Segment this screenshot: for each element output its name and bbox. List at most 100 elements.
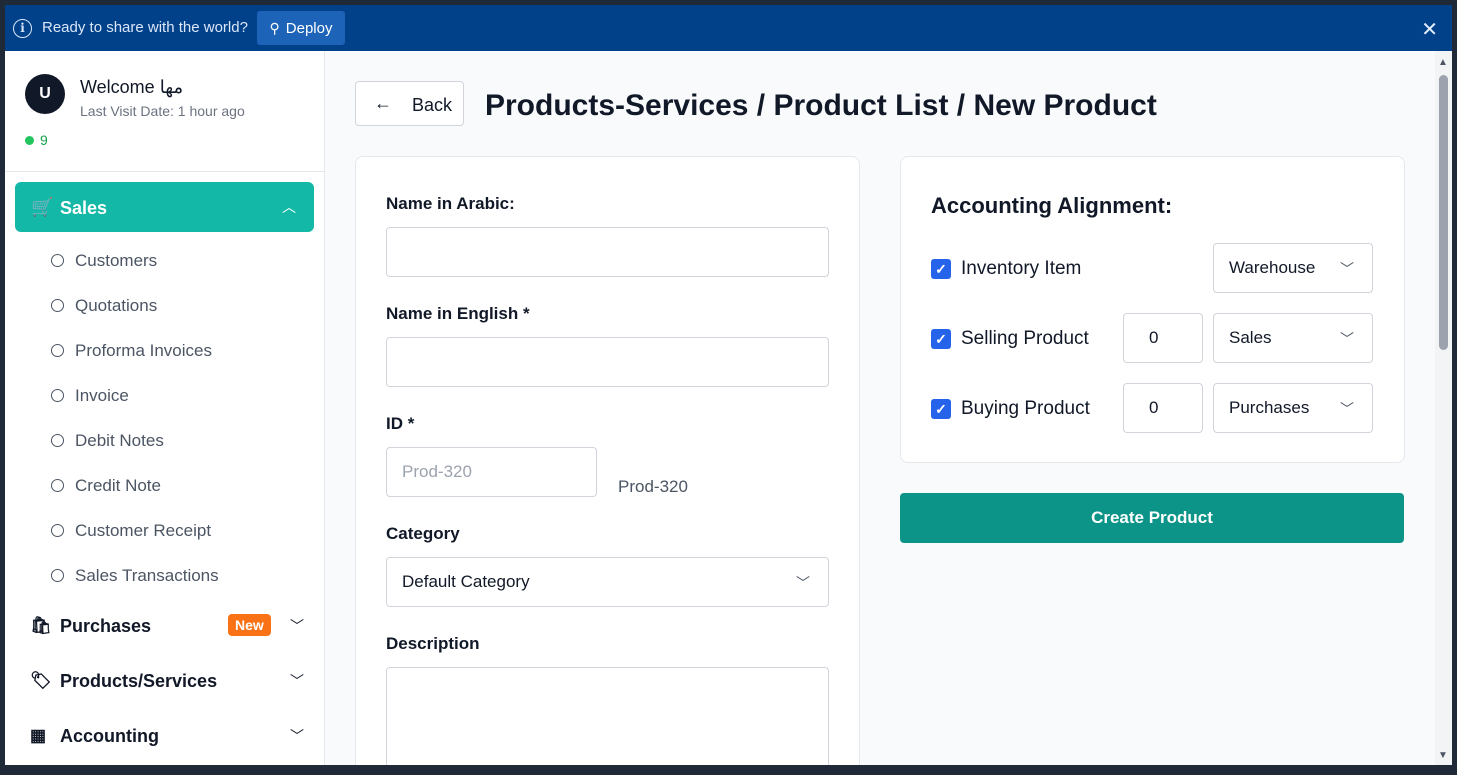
back-button[interactable]: ← Back xyxy=(355,81,464,126)
circle-icon xyxy=(51,299,64,312)
sidebar-subitem-invoice[interactable]: Invoice xyxy=(51,373,219,418)
chevron-down-icon: ﹀ xyxy=(1340,261,1354,277)
sales-submenu: Customers Quotations Proforma Invoices I… xyxy=(51,238,219,598)
page-title: Products-Services / Product List / New P… xyxy=(485,89,1157,122)
avatar[interactable]: U xyxy=(25,74,65,114)
sidebar-item-label: Sales xyxy=(60,198,108,218)
purchases-account-select[interactable]: Purchases ﹀ xyxy=(1213,383,1373,433)
vertical-scrollbar[interactable]: ▲ ▼ xyxy=(1435,51,1452,765)
sidebar-subitem-credit-note[interactable]: Credit Note xyxy=(51,463,219,508)
sidebar-subitem-sales-transactions[interactable]: Sales Transactions xyxy=(51,553,219,598)
chevron-down-icon: ﹀ xyxy=(1340,401,1354,417)
id-value-text: Prod-320 xyxy=(618,477,688,496)
product-form-card: Name in Arabic: Name in English * ID * P… xyxy=(355,156,860,765)
inventory-item-checkbox[interactable]: ✓ xyxy=(931,259,951,279)
buying-product-row: ✓ Buying Product 0 Purchases ﹀ xyxy=(931,383,1376,433)
name-english-input[interactable] xyxy=(386,337,829,387)
chevron-down-icon: ﹀ xyxy=(1340,331,1354,347)
subitem-label: Sales Transactions xyxy=(75,565,219,585)
online-status: 9 xyxy=(25,132,48,148)
main-content: ← Back Products-Services / Product List … xyxy=(325,51,1435,765)
info-icon: i xyxy=(13,19,32,38)
chevron-down-icon: ﹀ xyxy=(290,728,304,744)
accounting-card: Accounting Alignment: ✓ Inventory Item W… xyxy=(900,156,1405,463)
chevron-down-icon: ﹀ xyxy=(290,618,304,634)
sidebar-item-purchases[interactable]: 🛍 Purchases New ﹀ xyxy=(30,611,310,641)
online-count: 9 xyxy=(40,132,48,148)
circle-icon xyxy=(51,434,64,447)
circle-icon xyxy=(51,389,64,402)
sales-account-select[interactable]: Sales ﹀ xyxy=(1213,313,1373,363)
circle-icon xyxy=(51,344,64,357)
subitem-label: Credit Note xyxy=(75,475,161,495)
chevron-down-icon: ﹀ xyxy=(290,673,304,689)
close-icon[interactable]: ✕ xyxy=(1421,17,1438,42)
sidebar-item-accounting[interactable]: ▦ Accounting ﹀ xyxy=(30,721,310,751)
back-label: Back xyxy=(412,95,453,115)
subitem-label: Quotations xyxy=(75,295,158,315)
description-textarea[interactable] xyxy=(386,667,829,765)
sidebar-subitem-customer-receipt[interactable]: Customer Receipt xyxy=(51,508,219,553)
deploy-icon: ⚲ xyxy=(269,19,280,36)
accounting-title: Accounting Alignment: xyxy=(931,193,1173,218)
warehouse-select[interactable]: Warehouse ﹀ xyxy=(1213,243,1373,293)
banner-message: Ready to share with the world? xyxy=(42,19,248,36)
id-label: ID * xyxy=(386,414,415,433)
sidebar-item-label: Products/Services xyxy=(60,670,218,691)
sidebar-subitem-debit-notes[interactable]: Debit Notes xyxy=(51,418,219,463)
new-badge: New xyxy=(228,614,271,636)
inventory-item-row: ✓ Inventory Item Warehouse ﹀ xyxy=(931,243,1376,293)
sales-account-value: Sales xyxy=(1229,328,1272,347)
subitem-label: Customers xyxy=(75,250,158,270)
scroll-up-icon[interactable]: ▲ xyxy=(1438,57,1448,68)
category-value: Default Category xyxy=(402,572,530,591)
category-label: Category xyxy=(386,524,460,543)
circle-icon xyxy=(51,254,64,267)
subitem-label: Invoice xyxy=(75,385,129,405)
subitem-label: Debit Notes xyxy=(75,430,164,450)
sidebar-divider xyxy=(5,171,325,172)
create-product-button[interactable]: Create Product xyxy=(900,493,1404,543)
sidebar-item-products-services[interactable]: 🏷 Products/Services ﹀ xyxy=(30,666,310,696)
deploy-label: Deploy xyxy=(285,19,333,37)
selling-product-checkbox[interactable]: ✓ xyxy=(931,329,951,349)
sidebar-subitem-customers[interactable]: Customers xyxy=(51,238,219,283)
sidebar-item-label: Accounting xyxy=(60,725,159,746)
app-window: i Ready to share with the world? ⚲ Deplo… xyxy=(5,5,1452,765)
sidebar: U Welcome مها Last Visit Date: 1 hour ag… xyxy=(5,51,325,765)
circle-icon xyxy=(51,524,64,537)
sidebar-item-label: Purchases xyxy=(60,615,152,636)
name-arabic-label: Name in Arabic: xyxy=(386,194,515,213)
sidebar-subitem-quotations[interactable]: Quotations xyxy=(51,283,219,328)
name-arabic-input[interactable] xyxy=(386,227,829,277)
selling-product-label: Selling Product xyxy=(961,328,1089,349)
inventory-item-label: Inventory Item xyxy=(961,258,1082,279)
deploy-banner: i Ready to share with the world? ⚲ Deplo… xyxy=(5,5,1452,51)
arrow-left-icon: ← xyxy=(374,93,392,113)
scroll-down-icon[interactable]: ▼ xyxy=(1438,750,1448,761)
purchases-account-value: Purchases xyxy=(1229,398,1310,417)
circle-icon xyxy=(51,569,64,582)
tag-icon: 🏷 xyxy=(30,671,52,690)
selling-product-row: ✓ Selling Product 0 Sales ﹀ xyxy=(931,313,1376,363)
deploy-button[interactable]: ⚲ Deploy xyxy=(257,11,345,45)
name-english-label: Name in English * xyxy=(386,304,530,323)
buying-product-label: Buying Product xyxy=(961,398,1090,419)
last-visit-text: Last Visit Date: 1 hour ago xyxy=(80,103,245,119)
circle-icon xyxy=(51,479,64,492)
calculator-icon: ▦ xyxy=(30,726,47,745)
buying-product-checkbox[interactable]: ✓ xyxy=(931,399,951,419)
shopping-bag-icon: 🛍 xyxy=(30,616,52,635)
subitem-label: Proforma Invoices xyxy=(75,340,212,360)
description-label: Description xyxy=(386,634,480,653)
selling-number-input[interactable]: 0 xyxy=(1123,313,1203,363)
cart-icon: 🛒 xyxy=(31,197,54,217)
warehouse-value: Warehouse xyxy=(1229,258,1316,277)
category-select[interactable]: Default Category ﹀ xyxy=(386,557,829,607)
sidebar-subitem-proforma-invoices[interactable]: Proforma Invoices xyxy=(51,328,219,373)
chevron-up-icon: ︿ xyxy=(282,199,296,215)
buying-number-input[interactable]: 0 xyxy=(1123,383,1203,433)
scrollbar-thumb[interactable] xyxy=(1439,75,1448,350)
id-input[interactable] xyxy=(386,447,597,497)
sidebar-item-sales[interactable]: 🛒 Sales ︿ xyxy=(15,182,314,232)
